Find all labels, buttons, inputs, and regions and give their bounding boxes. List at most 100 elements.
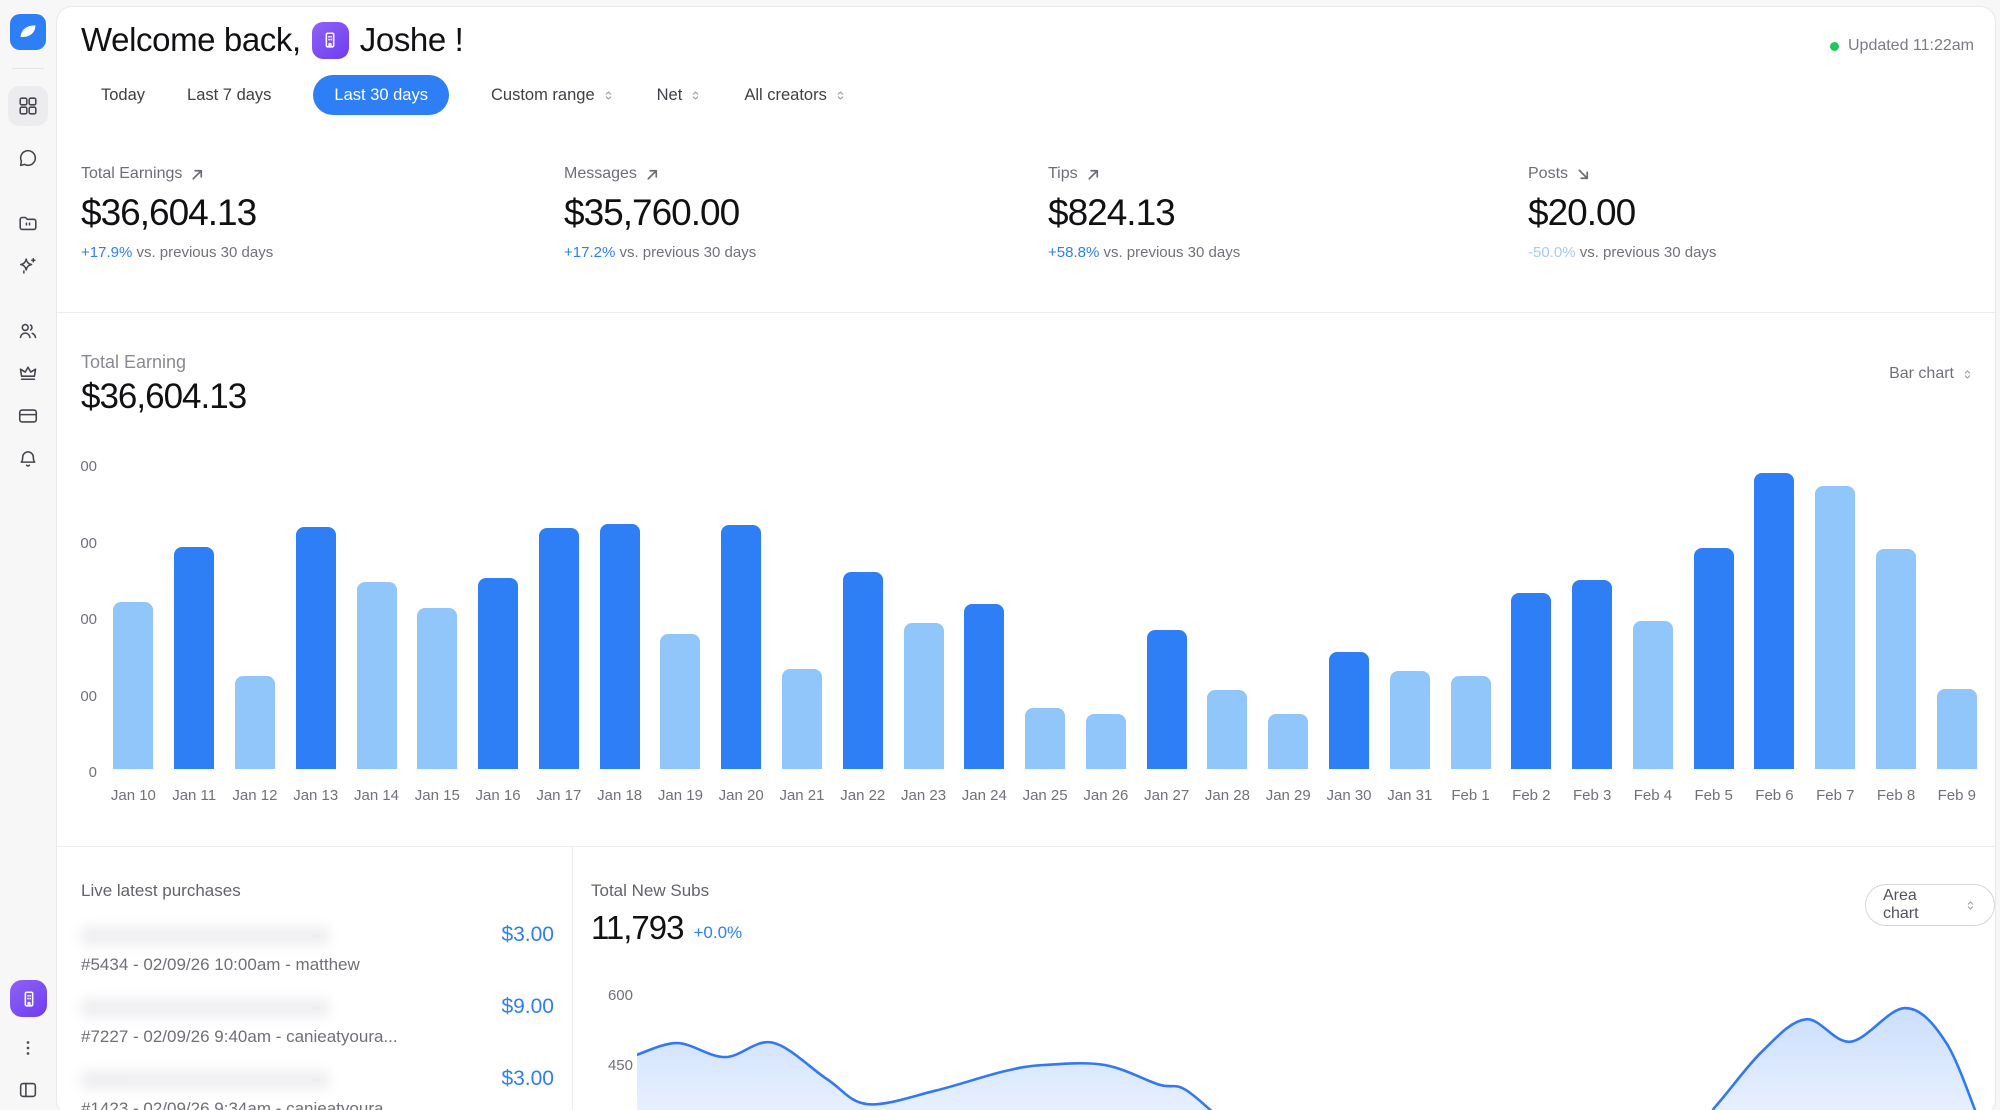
filter-net[interactable]: Net: [657, 86, 703, 105]
kpi-change-percent: -50.0%: [1528, 244, 1576, 261]
sidebar-item-messages[interactable]: [8, 138, 48, 178]
bar-jan-23[interactable]: [904, 623, 944, 769]
purchase-meta: #5434 - 02/09/26 10:00am - matthew: [81, 955, 360, 975]
kpi-value: $36,604.13: [81, 192, 564, 234]
bar-jan-18[interactable]: [600, 524, 640, 769]
bar-feb-6[interactable]: [1754, 473, 1794, 769]
bar-feb-8[interactable]: [1876, 549, 1916, 769]
bar-jan-30[interactable]: [1329, 652, 1369, 769]
x-axis-label: Feb 1: [1440, 787, 1501, 804]
bar-jan-24[interactable]: [964, 604, 1004, 769]
x-axis-label: Jan 25: [1015, 787, 1076, 804]
kpi-change-percent: +58.8%: [1048, 244, 1099, 261]
bar-feb-3[interactable]: [1572, 580, 1612, 769]
bar-jan-20[interactable]: [721, 525, 761, 769]
kpi-change: +17.2% vs. previous 30 days: [564, 244, 1048, 261]
x-axis-label: Jan 18: [589, 787, 650, 804]
purchases-title: Live latest purchases: [81, 881, 241, 901]
bar-feb-9[interactable]: [1937, 689, 1977, 769]
collapse-sidebar-button[interactable]: [8, 1070, 48, 1110]
filter-last-30-days[interactable]: Last 30 days: [313, 75, 449, 115]
purchase-amount: $3.00: [501, 1067, 554, 1091]
bar-jan-27[interactable]: [1147, 630, 1187, 769]
bar-slot-jan-28: [1197, 451, 1258, 769]
chat-icon: [17, 147, 39, 169]
kpi-label: Posts: [1528, 165, 1568, 183]
bar-jan-17[interactable]: [539, 528, 579, 769]
building-icon: [319, 29, 341, 51]
sparkles-icon: [17, 255, 39, 277]
kebab-menu-icon: [17, 1037, 39, 1059]
trend-up-icon: [190, 167, 205, 182]
kpi-label: Tips: [1048, 165, 1078, 183]
sidebar-item-ai[interactable]: [8, 246, 48, 286]
filter-last-7-days[interactable]: Last 7 days: [187, 86, 271, 105]
bar-slot-jan-31: [1379, 451, 1440, 769]
workspace-avatar[interactable]: [10, 980, 47, 1017]
bar-jan-21[interactable]: [782, 669, 822, 769]
more-menu-button[interactable]: [8, 1028, 48, 1068]
x-axis-label: Feb 8: [1866, 787, 1927, 804]
sidebar-item-dashboard[interactable]: [8, 86, 48, 126]
bar-jan-25[interactable]: [1025, 708, 1065, 769]
y-axis-tick: 00: [57, 688, 97, 705]
kpi-value: $20.00: [1528, 192, 1971, 234]
chart-type-selector[interactable]: Bar chart: [1889, 365, 1974, 383]
bar-jan-28[interactable]: [1207, 690, 1247, 769]
purchase-row: $3.00#5434 - 02/09/26 10:00am - matthew: [81, 923, 554, 981]
bar-feb-7[interactable]: [1815, 486, 1855, 769]
y-axis-tick: 00: [57, 458, 97, 475]
y-axis-tick: 00: [57, 611, 97, 628]
filter-today[interactable]: Today: [101, 86, 145, 105]
bar-slot-jan-11: [164, 451, 225, 769]
bar-jan-22[interactable]: [843, 572, 883, 769]
x-axis-label: Feb 3: [1562, 787, 1623, 804]
sidebar-item-subscriptions[interactable]: [8, 353, 48, 393]
subs-value-row: 11,793 +0.0%: [591, 909, 742, 947]
subs-area-chart: [637, 981, 1993, 1110]
app-logo[interactable]: [10, 14, 46, 50]
sidebar-item-notifications[interactable]: [8, 439, 48, 479]
sidebar-item-media[interactable]: [8, 203, 48, 243]
bar-jan-10[interactable]: [113, 602, 153, 769]
sidebar-item-fans[interactable]: [8, 311, 48, 351]
bar-jan-12[interactable]: [235, 676, 275, 769]
bar-slot-jan-26: [1076, 451, 1137, 769]
bar-slot-feb-5: [1683, 451, 1744, 769]
x-axis-label: Feb 9: [1926, 787, 1987, 804]
filter-label: Today: [101, 86, 145, 105]
x-axis-label: Jan 24: [954, 787, 1015, 804]
bar-feb-2[interactable]: [1511, 593, 1551, 769]
bar-jan-16[interactable]: [478, 578, 518, 769]
bar-slot-jan-18: [589, 451, 650, 769]
blurred-purchase-name: [81, 999, 329, 1017]
bar-feb-5[interactable]: [1694, 548, 1734, 769]
x-axis-label: Feb 5: [1683, 787, 1744, 804]
bar-slot-feb-7: [1805, 451, 1866, 769]
bar-jan-14[interactable]: [357, 582, 397, 769]
chart-type-selector[interactable]: Area chart: [1865, 884, 1995, 926]
kpi-change-note: vs. previous 30 days: [132, 244, 273, 261]
kpi-card-total-earnings: Total Earnings$36,604.13+17.9% vs. previ…: [81, 165, 564, 261]
bar-feb-1[interactable]: [1451, 676, 1491, 769]
sidebar-item-payments[interactable]: [8, 396, 48, 436]
bar-jan-15[interactable]: [417, 608, 457, 769]
building-icon: [18, 988, 40, 1010]
earnings-chart-value: $36,604.13: [81, 377, 246, 417]
filter-all-creators[interactable]: All creators: [744, 86, 847, 105]
bar-jan-29[interactable]: [1268, 714, 1308, 769]
bar-jan-11[interactable]: [174, 547, 214, 769]
bar-jan-13[interactable]: [296, 527, 336, 769]
x-axis-label: Jan 14: [346, 787, 407, 804]
y-axis-tick: 00: [57, 535, 97, 552]
bar-slot-jan-12: [225, 451, 286, 769]
unfold-chevrons-icon: [689, 88, 702, 103]
bar-jan-19[interactable]: [660, 634, 700, 769]
kpi-change: +58.8% vs. previous 30 days: [1048, 244, 1528, 261]
x-axis-label: Feb 7: [1805, 787, 1866, 804]
bar-jan-31[interactable]: [1390, 671, 1430, 769]
kpi-card-posts: Posts$20.00-50.0% vs. previous 30 days: [1528, 165, 1971, 261]
bar-feb-4[interactable]: [1633, 621, 1673, 769]
bar-jan-26[interactable]: [1086, 714, 1126, 769]
filter-custom-range[interactable]: Custom range: [491, 86, 615, 105]
